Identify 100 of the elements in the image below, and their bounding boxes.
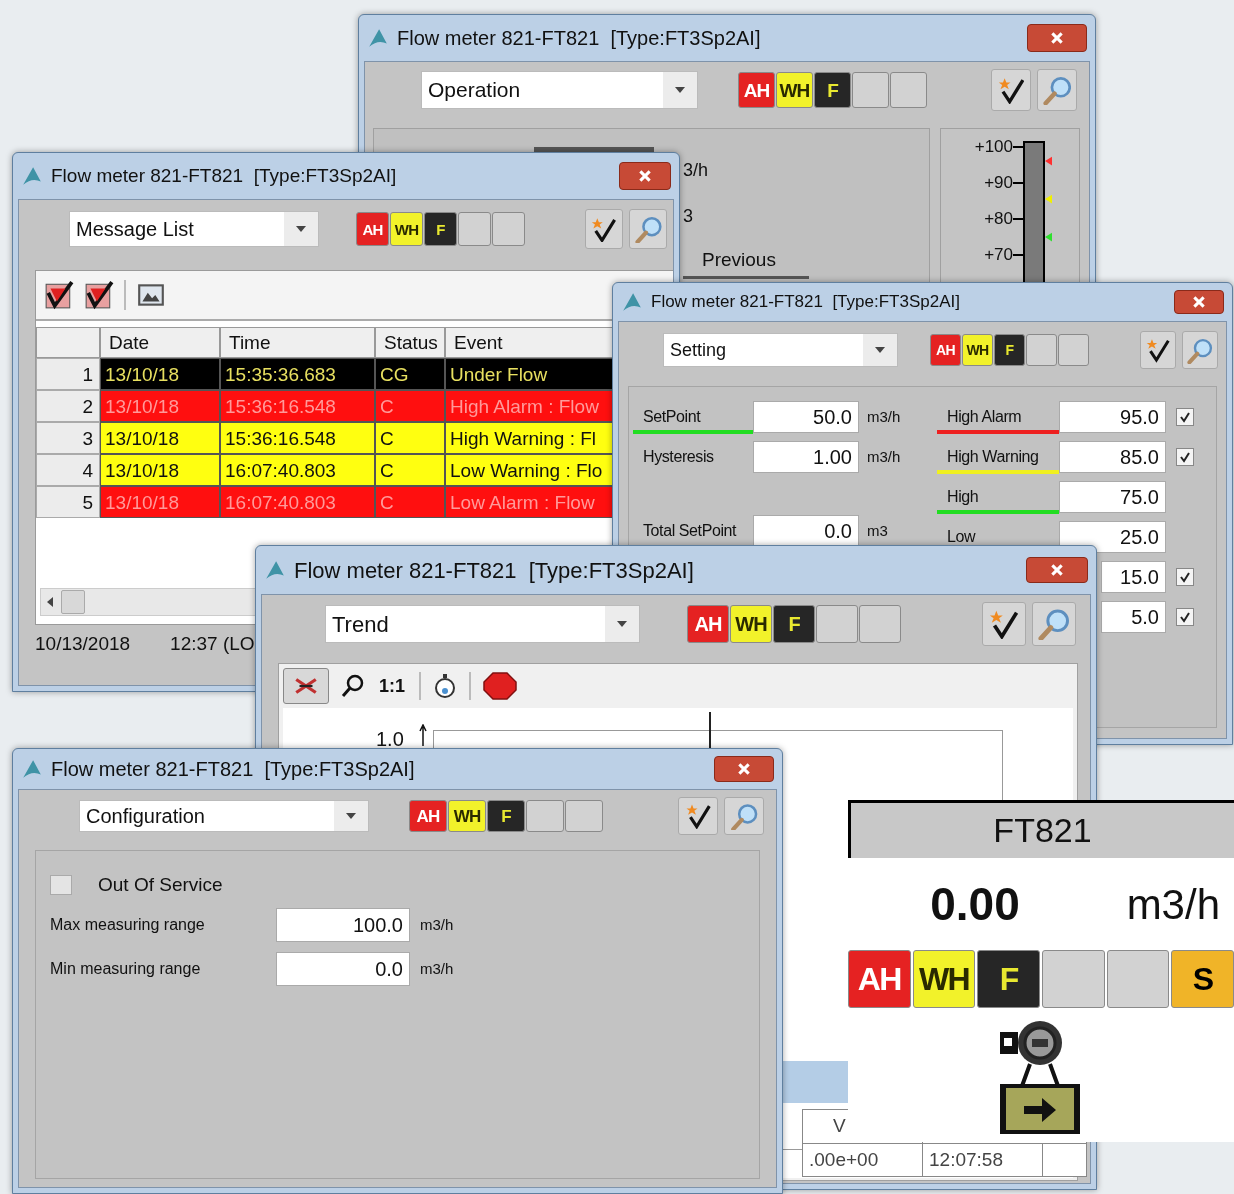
acknowledge-button[interactable] bbox=[982, 602, 1026, 646]
field-label: Total SetPoint bbox=[642, 521, 737, 541]
caret-icon bbox=[675, 87, 685, 93]
row-number: 5 bbox=[36, 486, 100, 518]
input-field[interactable]: 50.0 bbox=[753, 401, 859, 433]
axis-label: 1.0 bbox=[376, 727, 404, 752]
checkmark-icon bbox=[1179, 571, 1191, 583]
acknowledge-button[interactable] bbox=[585, 209, 623, 249]
fault-indicator: F bbox=[814, 72, 851, 108]
checkmark-icon bbox=[1179, 411, 1191, 423]
close-icon bbox=[1050, 31, 1064, 45]
fault-indicator: F bbox=[977, 950, 1040, 1008]
flow-value: 0.00 bbox=[929, 876, 1021, 932]
app-icon bbox=[621, 291, 643, 313]
acknowledge-button[interactable] bbox=[678, 797, 718, 835]
zoom-icon[interactable] bbox=[341, 674, 365, 698]
warning-indicator: WH bbox=[730, 605, 772, 643]
input-field[interactable]: 1.00 bbox=[753, 441, 859, 473]
fault-indicator: F bbox=[773, 605, 815, 643]
axis-arrow bbox=[419, 724, 427, 746]
stop-icon[interactable] bbox=[483, 672, 517, 700]
checkbox[interactable] bbox=[1176, 568, 1194, 586]
search-icon bbox=[1187, 336, 1213, 364]
field-label: High Alarm bbox=[946, 407, 1022, 427]
table-cell: C bbox=[375, 454, 445, 486]
checkmark-icon bbox=[1179, 611, 1191, 623]
input-field[interactable]: 15.0 bbox=[1101, 561, 1166, 593]
scroll-thumb[interactable] bbox=[61, 590, 85, 614]
status-indicator bbox=[1026, 334, 1057, 366]
column-header[interactable]: Date bbox=[100, 327, 220, 358]
warning-indicator: WH bbox=[912, 950, 976, 1008]
scale-label: +70 bbox=[983, 244, 1013, 267]
row-number: 3 bbox=[36, 422, 100, 454]
warning-indicator: WH bbox=[776, 72, 813, 108]
input-field[interactable]: 100.0 bbox=[276, 908, 410, 942]
close-button[interactable] bbox=[619, 162, 671, 190]
close-button[interactable] bbox=[1026, 557, 1088, 583]
unit-label: m3/h bbox=[1126, 879, 1220, 930]
input-field[interactable]: 25.0 bbox=[1059, 521, 1166, 553]
check-filter-icon[interactable] bbox=[44, 280, 74, 310]
row-number: 4 bbox=[36, 454, 100, 486]
column-header[interactable]: Status bbox=[375, 327, 445, 358]
view-dropdown[interactable]: Setting bbox=[663, 333, 898, 367]
close-button[interactable] bbox=[714, 756, 774, 782]
search-icon bbox=[1038, 608, 1070, 640]
table-cell: 13/10/18 bbox=[100, 486, 220, 518]
table-cell: C bbox=[375, 390, 445, 422]
input-field[interactable]: 0.0 bbox=[276, 952, 410, 986]
service-indicator: S bbox=[1171, 950, 1234, 1008]
close-button[interactable] bbox=[1174, 290, 1224, 314]
checkbox[interactable] bbox=[50, 875, 72, 895]
acknowledge-button[interactable] bbox=[991, 69, 1031, 111]
search-icon bbox=[1042, 75, 1072, 105]
check-filter-icon[interactable] bbox=[84, 280, 114, 310]
checkbox[interactable] bbox=[1176, 408, 1194, 426]
view-dropdown[interactable]: Trend bbox=[325, 605, 640, 643]
input-field[interactable]: 5.0 bbox=[1101, 601, 1166, 633]
check-icon bbox=[989, 609, 1019, 639]
close-icon bbox=[638, 169, 652, 183]
unit-label: m3 bbox=[867, 520, 888, 541]
alarm-indicator: AH bbox=[738, 72, 775, 108]
stopwatch-icon[interactable] bbox=[433, 673, 457, 699]
status-indicator bbox=[1042, 950, 1105, 1008]
scale-label: +100 bbox=[973, 136, 1013, 159]
warning-indicator: WH bbox=[448, 800, 486, 832]
input-field[interactable]: 95.0 bbox=[1059, 401, 1166, 433]
zoom-reset-button[interactable]: 1:1 bbox=[377, 672, 407, 700]
input-field[interactable]: 0.0 bbox=[753, 515, 859, 547]
status-indicator bbox=[458, 212, 491, 246]
status-indicator bbox=[890, 72, 927, 108]
field-label: High bbox=[946, 487, 979, 507]
column-header[interactable]: Time bbox=[220, 327, 375, 358]
input-field[interactable]: 75.0 bbox=[1059, 481, 1166, 513]
input-field[interactable]: 85.0 bbox=[1059, 441, 1166, 473]
checkbox[interactable] bbox=[1176, 608, 1194, 626]
caret-icon bbox=[875, 347, 885, 353]
close-button[interactable] bbox=[1027, 24, 1087, 52]
alarm-indicator: AH bbox=[356, 212, 389, 246]
app-icon bbox=[21, 165, 43, 187]
alarm-indicator: AH bbox=[848, 950, 911, 1008]
fault-indicator: F bbox=[487, 800, 525, 832]
view-dropdown[interactable]: Operation bbox=[421, 71, 698, 109]
unit-label: m3/h bbox=[420, 914, 454, 935]
app-icon bbox=[264, 559, 286, 581]
table-cell: C bbox=[375, 422, 445, 454]
acknowledge-button[interactable] bbox=[1140, 331, 1176, 369]
table-cell: 15:36:16.548 bbox=[220, 422, 375, 454]
view-dropdown[interactable]: Message List bbox=[69, 211, 319, 247]
row-number: 1 bbox=[36, 358, 100, 390]
table-cell: 16:07:40.803 bbox=[220, 454, 375, 486]
view-dropdown[interactable]: Configuration bbox=[79, 800, 369, 832]
unit-label: m3/h bbox=[867, 446, 901, 467]
scroll-left-icon[interactable] bbox=[47, 597, 53, 607]
tab[interactable]: Previous bbox=[683, 245, 809, 279]
pointer-tool-button[interactable] bbox=[283, 668, 329, 704]
checkbox[interactable] bbox=[1176, 448, 1194, 466]
table-cell: 13/10/18 bbox=[100, 454, 220, 486]
scale-label: +80 bbox=[983, 208, 1013, 231]
scale-label: +90 bbox=[983, 172, 1013, 195]
app-icon bbox=[367, 27, 389, 49]
